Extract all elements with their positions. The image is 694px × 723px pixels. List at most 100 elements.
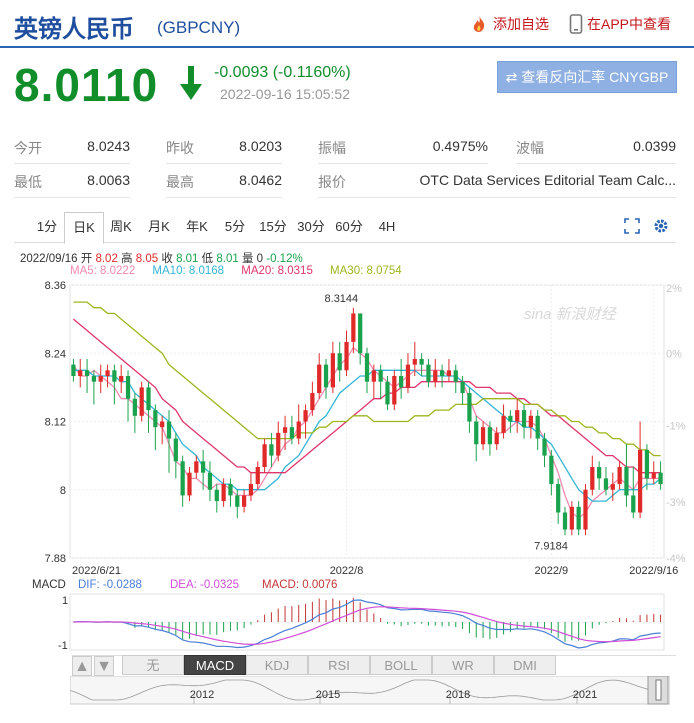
candle-body [282, 427, 288, 433]
tab-8[interactable]: 60分 [330, 212, 368, 241]
reverse-rate-button[interactable]: ⇄ 查看反向汇率 CNYGBP [497, 61, 677, 93]
candle-body [521, 410, 527, 428]
candle-body [467, 393, 472, 422]
candle-body [528, 415, 533, 428]
candle-body [187, 472, 192, 496]
kline-chart[interactable]: 8.36 8.24 8.12 8 7.88 2% 0% -1% -3% -4% 2022/6/21 2… [0, 275, 694, 580]
stat-label: 最高 [166, 174, 194, 190]
candle-body [637, 449, 643, 513]
candle-body [426, 364, 431, 382]
candle-body [556, 484, 561, 513]
indicator-tab-0[interactable]: 无 [122, 655, 184, 675]
page-title: 英镑人民币 [14, 16, 134, 43]
candle-body [624, 467, 629, 496]
candle-body [132, 398, 137, 416]
arrow-down-icon [180, 66, 202, 100]
indicator-tab-6[interactable]: DMI [494, 655, 556, 675]
candle-body [569, 506, 574, 530]
candle-body [221, 484, 226, 502]
candle-body [228, 484, 233, 496]
candle-body [139, 387, 144, 416]
price-change: -0.0093 (-0.1160%) [214, 64, 351, 81]
candle-body [603, 478, 609, 490]
navigator-grip[interactable] [655, 679, 662, 701]
candle-body [487, 427, 493, 445]
add-watchlist-button[interactable]: 添加自选 [469, 14, 549, 34]
candle-body [515, 410, 520, 422]
candle-body [617, 467, 622, 485]
candle-body [549, 455, 554, 485]
stats-row: 最低 8.0063 最高 8.0462 报价 OTC Data Services… [14, 164, 676, 198]
indicator-tab-4[interactable]: BOLL [370, 655, 432, 675]
candle-body [71, 364, 76, 376]
candle-body [351, 313, 356, 342]
candle-body [583, 489, 588, 530]
candle-body [337, 353, 342, 371]
candle-body [201, 461, 206, 473]
stat-label: 报价 [318, 174, 346, 190]
right-tick-label: 0% [666, 348, 682, 360]
arrow-down-icon[interactable]: ▼ [94, 656, 114, 676]
add-watchlist-label: 添加自选 [493, 16, 549, 32]
candle-body [241, 495, 247, 507]
candle-body [289, 427, 295, 439]
macd-title: MACD [32, 579, 66, 591]
right-tick-label: -3% [666, 497, 686, 509]
navigator-year: 2021 [573, 689, 597, 701]
candle-body [248, 484, 254, 496]
stat-label: 最低 [14, 174, 42, 190]
current-price: 8.0110 [14, 59, 159, 111]
tab-7[interactable]: 30分 [292, 212, 330, 241]
candle-body [98, 376, 103, 382]
candle-body [303, 410, 308, 422]
indicator-tab-5[interactable]: WR [432, 655, 494, 675]
candle-body [433, 370, 438, 382]
tab-6[interactable]: 15分 [254, 212, 292, 241]
tab-4[interactable]: 年K [178, 212, 216, 241]
candle-body [562, 512, 568, 530]
stat-value: 0.4975% [432, 138, 488, 154]
y-tick-label: 8.12 [45, 417, 66, 429]
candle-body [235, 495, 240, 507]
candle-body [344, 341, 349, 371]
candle-body [610, 484, 615, 490]
candle-body [651, 472, 656, 479]
candle-body [78, 370, 83, 376]
stat-value: 8.0462 [239, 172, 282, 188]
macd-dif-line [73, 599, 661, 649]
tab-9[interactable]: 4H [368, 212, 406, 241]
indicator-tab-1[interactable]: MACD [184, 655, 246, 675]
arrow-up-icon[interactable]: ▲ [72, 656, 92, 676]
x-tick-label: 2022/9 [535, 565, 569, 577]
candle-body [358, 313, 363, 354]
candle-body [439, 370, 445, 376]
phone-icon [569, 14, 583, 34]
candle-body [392, 376, 397, 405]
candle-body [385, 381, 390, 405]
flame-icon [473, 16, 485, 32]
candle-body [480, 427, 486, 445]
open-app-button[interactable]: 在APP中查看 [569, 14, 671, 34]
symbol-code: (GBPCNY) [157, 18, 241, 37]
macd-dea: DEA: -0.0325 [170, 579, 239, 591]
candle-body [535, 415, 540, 439]
indicator-tab-3[interactable]: RSI [308, 655, 370, 675]
watermark: sina 新浪财经 [524, 306, 618, 323]
indicator-tab-2[interactable]: KDJ [246, 655, 308, 675]
y-tick-label: 8.24 [45, 348, 66, 360]
tab-1[interactable]: 日K [64, 212, 104, 244]
tab-5[interactable]: 5分 [216, 212, 254, 241]
range-navigator[interactable]: 2012 2015 2018 2021 [70, 676, 670, 706]
candle-body [91, 376, 97, 382]
candle-body [262, 444, 267, 467]
tab-2[interactable]: 周K [102, 212, 140, 241]
candle-body [364, 353, 370, 382]
candle-body [310, 393, 315, 411]
stat-value: 8.0203 [239, 138, 282, 154]
candle-body [269, 444, 274, 456]
tab-3[interactable]: 月K [140, 212, 178, 241]
settings-icon[interactable] [652, 217, 670, 235]
fullscreen-icon[interactable] [624, 218, 640, 234]
max-annotation: 8.3144 [325, 293, 359, 305]
tab-0[interactable]: 1分 [30, 212, 64, 241]
